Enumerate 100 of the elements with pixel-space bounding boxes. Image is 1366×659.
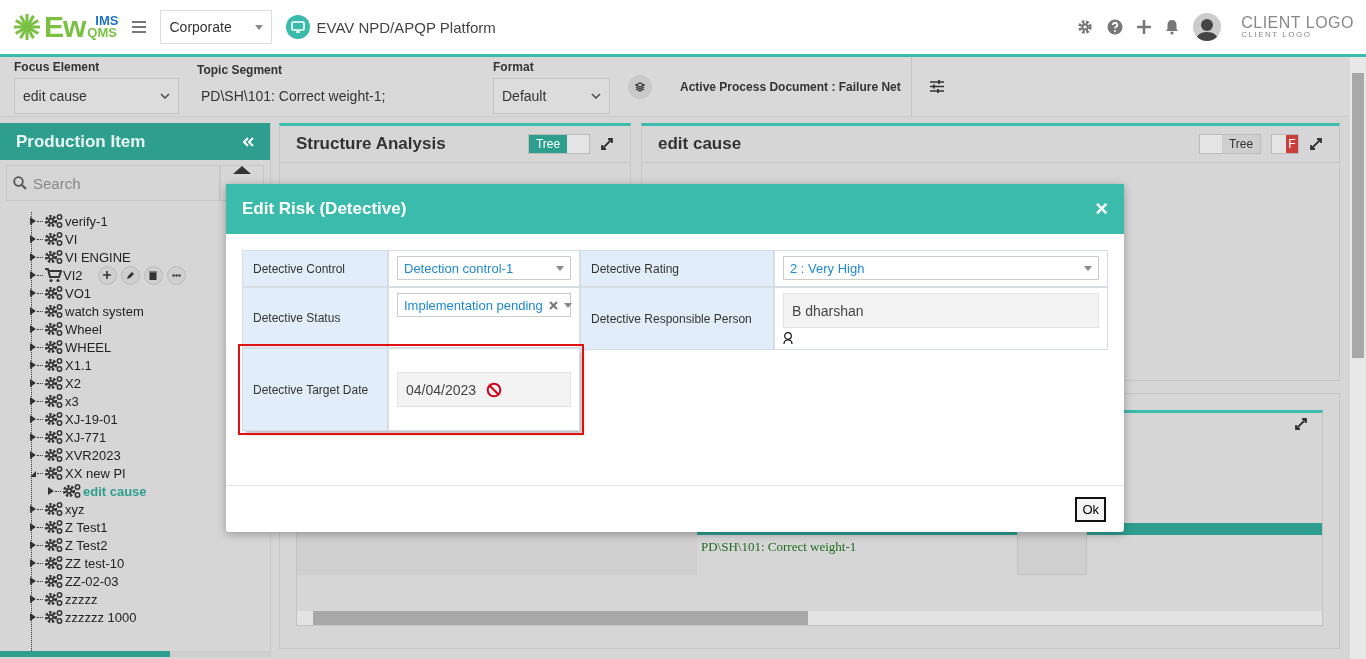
avatar[interactable] (1193, 13, 1222, 41)
expand-arrow-icon[interactable] (30, 361, 36, 369)
tree-item[interactable]: Wheel (65, 321, 102, 337)
gears-icon (44, 303, 64, 319)
tree-item[interactable]: zzzzz (65, 591, 98, 607)
f-toggle[interactable]: F (1271, 134, 1299, 154)
tree-item[interactable]: XX new PI (65, 465, 126, 481)
help-icon[interactable] (1107, 19, 1124, 35)
expand-arrow-icon[interactable] (30, 451, 36, 459)
grid-cell-text: PD\SH\101: Correct weight-1 (700, 538, 858, 556)
collapse-icon[interactable] (242, 136, 254, 147)
tree-item[interactable]: ZZ test-10 (65, 555, 125, 571)
expand-arrow-icon[interactable] (30, 379, 36, 387)
expand-arrow-icon[interactable] (30, 523, 36, 531)
expand-icon[interactable] (1294, 417, 1308, 431)
expand-arrow-icon[interactable] (30, 541, 36, 549)
tree-item[interactable]: XJ-19-01 (65, 411, 118, 427)
gears-icon (44, 231, 64, 247)
tree-item[interactable]: watch system (65, 303, 144, 319)
gears-icon (44, 249, 64, 265)
gears-icon (62, 483, 82, 499)
tree-item[interactable]: Z Test2 (65, 537, 108, 553)
tree-item[interactable]: VI2 (63, 267, 83, 283)
expand-icon[interactable] (600, 137, 614, 151)
gears-icon (44, 321, 64, 337)
tree-item[interactable]: Z Test1 (65, 519, 108, 535)
caret-icon (255, 24, 264, 30)
sliders-icon[interactable] (929, 80, 944, 93)
tree-item[interactable]: xyz (65, 501, 85, 517)
text-field[interactable]: B dharshan (783, 293, 1099, 328)
expand-arrow-icon[interactable] (30, 613, 36, 621)
expand-icon[interactable] (1309, 137, 1323, 151)
topic-segment-value: PD\SH\101: Correct weight-1; (200, 86, 387, 106)
select-field[interactable]: Implementation pending (397, 293, 571, 317)
tree-item[interactable]: zzzzzz 1000 (65, 609, 137, 625)
expand-arrow-icon[interactable] (30, 235, 36, 243)
expand-arrow-icon[interactable] (30, 217, 36, 225)
expand-arrow-icon[interactable] (30, 433, 36, 441)
gears-icon (44, 447, 64, 463)
platform-title: EVAV NPD/APQP Platform (316, 18, 496, 36)
focus-element-select[interactable]: edit cause (14, 77, 179, 114)
delete-button[interactable] (143, 265, 163, 285)
expand-arrow-icon[interactable] (48, 487, 54, 495)
clear-icon[interactable] (548, 300, 558, 310)
tree-item[interactable]: XVR2023 (65, 447, 121, 463)
menu-icon[interactable] (132, 21, 147, 33)
expand-arrow-icon[interactable] (30, 289, 36, 297)
gears-icon (44, 411, 64, 427)
select-field[interactable]: 2 : Very High (783, 256, 1099, 280)
format-select[interactable]: Default (493, 77, 610, 114)
tree-item[interactable]: WHEEL (65, 339, 112, 355)
tree-item[interactable]: ZZ-02-03 (65, 573, 119, 589)
bell-icon[interactable] (1165, 19, 1180, 35)
expand-arrow-icon[interactable] (30, 505, 36, 513)
expand-arrow-icon[interactable] (30, 469, 36, 477)
gears-icon (44, 573, 64, 589)
tree-item[interactable]: VO1 (65, 285, 91, 301)
gears-icon (44, 501, 64, 517)
layers-button[interactable] (628, 74, 652, 99)
tree-item[interactable]: XJ-771 (65, 429, 107, 445)
expand-arrow-icon[interactable] (30, 325, 36, 333)
organization-select[interactable]: Corporate (160, 10, 273, 44)
logo-text: IMS (94, 15, 119, 27)
add-button[interactable] (97, 265, 117, 285)
field-label: Detective Status (242, 287, 388, 348)
tree-item[interactable]: VI ENGINE (65, 249, 131, 265)
scrollbar[interactable] (297, 611, 1322, 625)
tree-toggle[interactable]: Tree (1199, 134, 1261, 154)
scrollbar[interactable] (0, 651, 270, 657)
edit-button[interactable] (120, 265, 140, 285)
tree-item[interactable]: verify-1 (65, 213, 108, 229)
more-button[interactable] (166, 265, 186, 285)
tree-item[interactable]: X1.1 (65, 357, 92, 373)
plus-icon[interactable] (1137, 20, 1152, 34)
gears-icon (44, 537, 64, 553)
select-field[interactable]: Detection control-1 (397, 256, 571, 280)
scrollbar[interactable] (1350, 57, 1366, 659)
gears-icon (44, 339, 64, 355)
gears-icon (44, 213, 64, 229)
expand-arrow-icon[interactable] (30, 307, 36, 315)
field-label: Detective Rating (580, 250, 774, 287)
expand-arrow-icon[interactable] (30, 343, 36, 351)
ok-button[interactable]: Ok (1075, 496, 1106, 522)
expand-arrow-icon[interactable] (30, 271, 36, 279)
date-field[interactable]: 04/04/2023 (397, 372, 571, 407)
expand-arrow-icon[interactable] (30, 397, 36, 405)
tree-item[interactable]: x3 (65, 393, 79, 409)
gears-icon (44, 609, 64, 625)
gears-icon (44, 357, 64, 373)
settings-icon[interactable] (1077, 19, 1094, 35)
expand-arrow-icon[interactable] (30, 559, 36, 567)
tree-item[interactable]: VI (65, 231, 78, 247)
expand-arrow-icon[interactable] (30, 595, 36, 603)
expand-arrow-icon[interactable] (30, 577, 36, 585)
expand-arrow-icon[interactable] (30, 253, 36, 261)
tree-item[interactable]: X2 (65, 375, 81, 391)
field-label: Format (493, 59, 535, 74)
cart-icon (44, 267, 62, 283)
expand-arrow-icon[interactable] (30, 415, 36, 423)
person-icon[interactable] (783, 332, 793, 344)
